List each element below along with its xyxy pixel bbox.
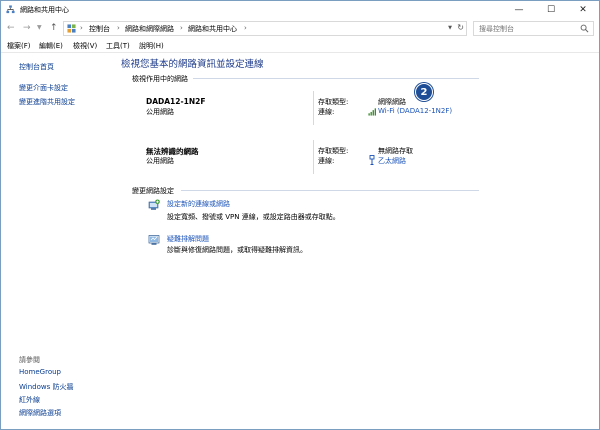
address-bar: ← → ▼ ↑ › 控制台 › 網路和網際網路 › 網路和共用中心 › ▼ ↻ [1, 19, 599, 39]
search-icon[interactable] [580, 24, 589, 33]
menu-bar: 檔案(F) 編輯(E) 檢視(V) 工具(T) 說明(H) [1, 39, 599, 53]
address-dropdown-chevron-icon[interactable]: ▼ [448, 25, 452, 31]
maximize-button[interactable]: ☐ [535, 1, 567, 19]
sidebar-link-infrared[interactable]: 紅外線 [19, 395, 40, 405]
sidebar-link-adapter-settings[interactable]: 變更介面卡設定 [19, 83, 68, 93]
address-box[interactable]: › 控制台 › 網路和網際網路 › 網路和共用中心 › ▼ ↻ [63, 21, 467, 36]
section-divider [193, 78, 479, 79]
breadcrumb-separator: › [180, 24, 183, 32]
breadcrumb-control-panel[interactable]: 控制台 [89, 24, 110, 34]
title-bar: 網路和共用中心 — ☐ ✕ [1, 1, 599, 19]
ethernet-icon [369, 155, 375, 165]
setup-new-connection-description: 設定寬頻、撥號或 VPN 連線，或設定路由器或存取點。 [167, 213, 340, 221]
breadcrumb-separator: › [244, 24, 247, 32]
sidebar-link-advanced-sharing[interactable]: 變更進階共用設定 [19, 97, 75, 107]
breadcrumb-separator: › [80, 24, 83, 32]
setup-new-connection-link[interactable]: 設定新的連線或網路 [167, 199, 230, 209]
column-divider [313, 91, 314, 125]
window-title: 網路和共用中心 [20, 6, 69, 14]
troubleshoot-icon [148, 235, 160, 245]
connection-label: 連線: [318, 157, 335, 165]
access-type-value: 網際網路 [378, 98, 406, 106]
network-type: 公用網路 [146, 157, 174, 165]
troubleshoot-description: 診斷與修復網路問題，或取得疑難排解資訊。 [167, 246, 307, 254]
change-settings-heading: 變更網路設定 [132, 187, 174, 195]
recent-locations-chevron-icon[interactable]: ▼ [37, 24, 42, 31]
network-name: DADA12-1N2F [146, 97, 206, 106]
menu-view[interactable]: 檢視(V) [73, 41, 97, 51]
wifi-connection-link[interactable]: Wi-Fi (DADA12-1N2F) [378, 107, 452, 115]
troubleshoot-link[interactable]: 疑難排解問題 [167, 234, 209, 244]
sidebar-link-firewall[interactable]: Windows 防火牆 [19, 382, 73, 392]
up-arrow-icon[interactable]: ↑ [50, 23, 58, 33]
sidebar-link-internet-options[interactable]: 網際網路選項 [19, 408, 61, 418]
menu-help[interactable]: 說明(H) [139, 41, 164, 51]
network-center-icon [6, 5, 15, 14]
page-title: 檢視您基本的網路資訊並設定連線 [121, 59, 264, 70]
access-type-label: 存取類型: [318, 147, 349, 155]
search-box[interactable] [473, 21, 594, 36]
menu-edit[interactable]: 編輯(E) [39, 41, 63, 51]
access-type-value: 無網路存取 [378, 147, 413, 155]
connection-label: 連線: [318, 108, 335, 116]
refresh-icon[interactable]: ↻ [457, 23, 464, 32]
control-panel-window: 網路和共用中心 — ☐ ✕ ← → ▼ ↑ › 控制台 › 網路和網際網路 › … [0, 0, 600, 430]
control-panel-icon [67, 24, 76, 33]
access-type-label: 存取類型: [318, 98, 349, 106]
minimize-button[interactable]: — [503, 1, 535, 19]
sidebar-link-control-panel-home[interactable]: 控制台首頁 [19, 62, 54, 72]
ethernet-connection-link[interactable]: 乙太網路 [378, 156, 406, 166]
section-divider [181, 190, 479, 191]
breadcrumb-network-internet[interactable]: 網路和網際網路 [125, 24, 174, 34]
search-input[interactable] [479, 24, 574, 34]
close-button[interactable]: ✕ [567, 1, 599, 19]
step-2-badge: 2 [415, 83, 433, 101]
active-networks-heading: 檢視作用中的網路 [132, 75, 188, 83]
wifi-signal-icon [368, 108, 377, 116]
menu-file[interactable]: 檔案(F) [7, 41, 31, 51]
breadcrumb-network-sharing[interactable]: 網路和共用中心 [188, 24, 237, 34]
sidebar-link-homegroup[interactable]: HomeGroup [19, 368, 61, 376]
breadcrumb-separator: › [117, 24, 120, 32]
menu-tools[interactable]: 工具(T) [106, 41, 130, 51]
back-arrow-icon[interactable]: ← [7, 23, 15, 33]
column-divider [313, 140, 314, 174]
forward-arrow-icon[interactable]: → [23, 23, 31, 33]
new-connection-icon [148, 199, 160, 210]
see-also-label: 請參閱 [19, 356, 40, 364]
network-type: 公用網路 [146, 108, 174, 116]
